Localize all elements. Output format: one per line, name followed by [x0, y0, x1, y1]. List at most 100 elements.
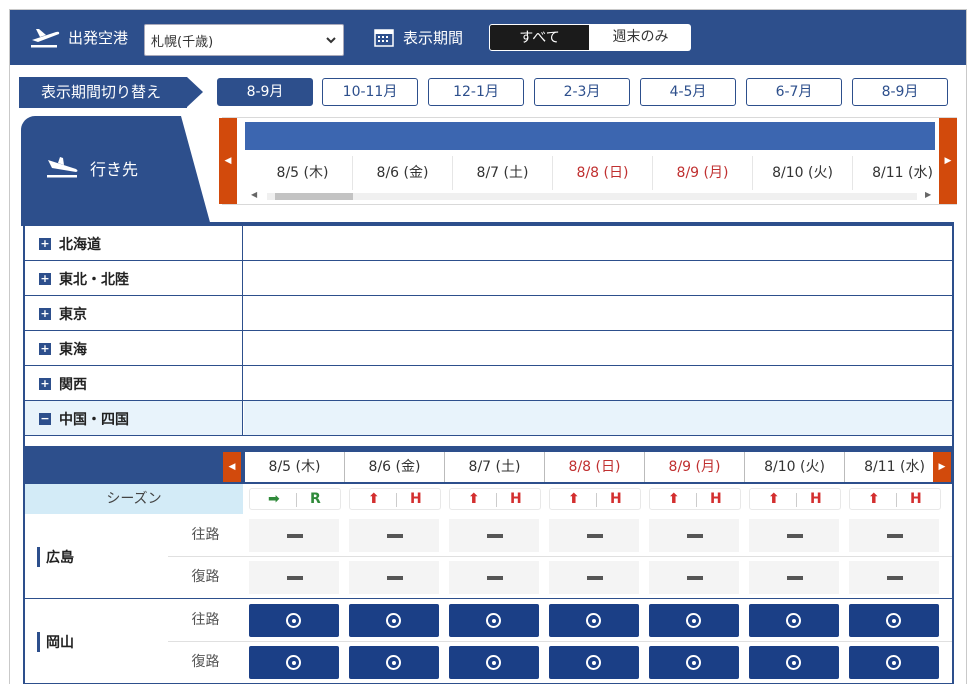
origin-airport-select[interactable]: 札幌(千歳) [144, 24, 344, 56]
fare-available-button[interactable] [249, 604, 339, 637]
region-content [244, 296, 952, 330]
season-cell: ⬆ H [849, 488, 941, 510]
period-tab[interactable]: 4-5月 [640, 78, 736, 106]
season-code: H [810, 491, 822, 507]
region-cell[interactable]: + 東京 [25, 296, 243, 330]
circle-dot-icon [586, 613, 601, 628]
scrollbar-left-icon[interactable]: ◀ [251, 190, 257, 199]
fare-available-button[interactable] [849, 646, 939, 679]
region-name: 関西 [59, 377, 87, 393]
period-tab[interactable]: 12-1月 [428, 78, 524, 106]
expand-icon[interactable]: + [39, 378, 51, 390]
dash-icon [687, 576, 703, 580]
fare-unavailable-cell [549, 519, 639, 552]
subheader-scroll-left-button[interactable]: ◀ [223, 452, 241, 482]
season-code: H [510, 491, 522, 507]
dash-icon [587, 576, 603, 580]
calendar-icon [374, 29, 394, 47]
subheader-date: 8/6 (金) [345, 452, 445, 482]
return-label: 復路 [191, 654, 220, 670]
season-separator [596, 493, 597, 507]
return-label: 復路 [191, 569, 220, 585]
header-blue-bar [245, 122, 935, 150]
region-cell[interactable]: + 東海 [25, 331, 243, 365]
filter-weekend-button[interactable]: 週末のみ [590, 24, 691, 51]
city-name: 広島 [37, 547, 74, 567]
origin-airport-label: 出発空港 [68, 29, 129, 47]
region-row[interactable]: + 東北・北陸 [25, 261, 952, 296]
scrollbar-right-icon[interactable]: ▶ [925, 190, 931, 199]
subheader-scroll-right-button[interactable]: ▶ [933, 452, 951, 482]
region-cell[interactable]: + 東北・北陸 [25, 261, 243, 295]
header-date: 8/5 (木) [253, 156, 353, 190]
scrollbar-thumb[interactable] [275, 193, 353, 200]
dash-icon [487, 576, 503, 580]
region-content [244, 261, 952, 295]
horizontal-scrollbar[interactable]: ◀ ▶ [245, 190, 935, 202]
header-date: 8/11 (水) [853, 156, 953, 190]
fare-available-button[interactable] [649, 646, 739, 679]
region-row[interactable]: + 東京 [25, 296, 952, 331]
fare-available-button[interactable] [749, 646, 839, 679]
region-cell[interactable]: + 関西 [25, 366, 243, 400]
region-row[interactable]: + 関西 [25, 366, 952, 401]
period-tab[interactable]: 2-3月 [534, 78, 630, 106]
scroll-right-button[interactable]: ▶ [939, 118, 957, 204]
city-name: 岡山 [37, 632, 74, 652]
fare-available-button[interactable] [749, 604, 839, 637]
subheader-date: 8/5 (木) [245, 452, 345, 482]
circle-dot-icon [686, 655, 701, 670]
scroll-left-button[interactable]: ◀ [219, 118, 237, 204]
region-cell[interactable]: + 北海道 [25, 226, 243, 260]
fare-available-button[interactable] [349, 604, 439, 637]
row-divider [168, 641, 952, 642]
scrollbar-track[interactable] [267, 193, 917, 200]
season-cell: ⬆ H [549, 488, 641, 510]
region-row[interactable]: + 北海道 [25, 226, 952, 261]
fare-unavailable-cell [349, 561, 439, 594]
fare-available-button[interactable] [849, 604, 939, 637]
subheader-date: 8/7 (土) [445, 452, 545, 482]
season-code: H [710, 491, 722, 507]
subheader-date: 8/11 (水) [845, 452, 945, 482]
period-tab[interactable]: 8-9月 [852, 78, 948, 106]
region-cell[interactable]: − 中国・四国 [25, 401, 243, 435]
expand-icon[interactable]: + [39, 238, 51, 250]
fare-available-button[interactable] [249, 646, 339, 679]
fare-available-button[interactable] [349, 646, 439, 679]
dash-icon [787, 576, 803, 580]
fare-unavailable-cell [749, 561, 839, 594]
dash-icon [887, 534, 903, 538]
city-name-cell: 岡山 [25, 599, 168, 683]
city-name-cell: 広島 [25, 514, 168, 598]
fare-available-button[interactable] [549, 604, 639, 637]
city-row: 岡山 往路 復路 [25, 599, 952, 684]
collapse-icon[interactable]: − [39, 413, 51, 425]
expand-icon[interactable]: + [39, 273, 51, 285]
filter-all-button[interactable]: すべて [489, 24, 590, 51]
region-row[interactable]: + 東海 [25, 331, 952, 366]
fare-unavailable-cell [249, 519, 339, 552]
period-tab[interactable]: 10-11月 [322, 78, 418, 106]
fare-available-button[interactable] [449, 604, 539, 637]
header-date: 8/7 (土) [453, 156, 553, 190]
fare-available-button[interactable] [649, 604, 739, 637]
subheader-date: 8/8 (日) [545, 452, 645, 482]
fare-available-button[interactable] [449, 646, 539, 679]
region-row[interactable]: − 中国・四国 [25, 401, 952, 436]
fare-available-button[interactable] [549, 646, 639, 679]
region-name: 東京 [59, 307, 87, 323]
season-arrow-icon: ⬆ [368, 491, 380, 507]
dash-icon [687, 534, 703, 538]
circle-dot-icon [886, 613, 901, 628]
dash-icon [387, 576, 403, 580]
expand-icon[interactable]: + [39, 343, 51, 355]
period-tab[interactable]: 6-7月 [746, 78, 842, 106]
outbound-label: 往路 [191, 527, 220, 543]
period-switch-label: 表示期間切り替え [19, 77, 187, 108]
period-tab[interactable]: 8-9月 [217, 78, 313, 106]
expand-icon[interactable]: + [39, 308, 51, 320]
subheader-date: 8/9 (月) [645, 452, 745, 482]
circle-dot-icon [686, 613, 701, 628]
chevron-down-icon [326, 37, 336, 44]
